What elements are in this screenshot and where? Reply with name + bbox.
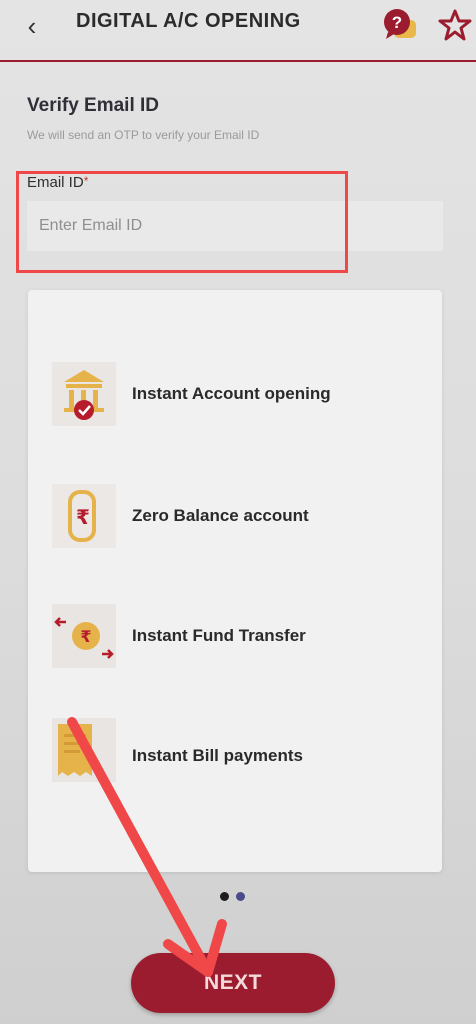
- help-chat-icon[interactable]: ?: [380, 6, 420, 44]
- svg-text:?: ?: [392, 13, 402, 32]
- page-indicator: [220, 892, 250, 904]
- next-button[interactable]: NEXT: [131, 953, 335, 1013]
- bill-icon: [52, 718, 116, 782]
- bank-check-icon: [52, 362, 116, 426]
- section-title: Verify Email ID: [27, 95, 160, 116]
- svg-text:₹: ₹: [76, 505, 90, 529]
- feature-label: Instant Account opening: [132, 384, 331, 403]
- chevron-left-icon: ‹: [27, 11, 37, 41]
- features-card: Instant Account opening ₹ Zero Balance a…: [28, 290, 442, 872]
- svg-text:₹: ₹: [80, 627, 91, 646]
- feature-item: ₹ Instant Fund Transfer: [28, 600, 442, 680]
- email-field[interactable]: [27, 201, 443, 251]
- back-button[interactable]: ‹: [18, 8, 46, 44]
- star-outline-icon[interactable]: [438, 8, 472, 42]
- required-mark: *: [83, 174, 89, 188]
- feature-label: Zero Balance account: [132, 506, 309, 525]
- page-dot-active[interactable]: [236, 892, 245, 901]
- rupee-transfer-icon: ₹: [52, 604, 116, 668]
- app-header: ‹ DIGITAL A/C OPENING ?: [0, 0, 476, 62]
- feature-item: Instant Bill payments: [28, 718, 442, 800]
- page-dot[interactable]: [220, 892, 229, 901]
- feature-label: Instant Bill payments: [132, 746, 303, 765]
- email-label: Email ID*: [27, 174, 88, 191]
- page-title: DIGITAL A/C OPENING: [76, 10, 301, 32]
- rupee-wallet-icon: ₹: [52, 484, 116, 548]
- feature-item: Instant Account opening: [28, 358, 442, 438]
- feature-item: ₹ Zero Balance account: [28, 480, 442, 560]
- feature-label: Instant Fund Transfer: [132, 626, 306, 645]
- section-subtitle: We will send an OTP to verify your Email…: [27, 128, 260, 142]
- email-label-text: Email ID: [27, 174, 84, 191]
